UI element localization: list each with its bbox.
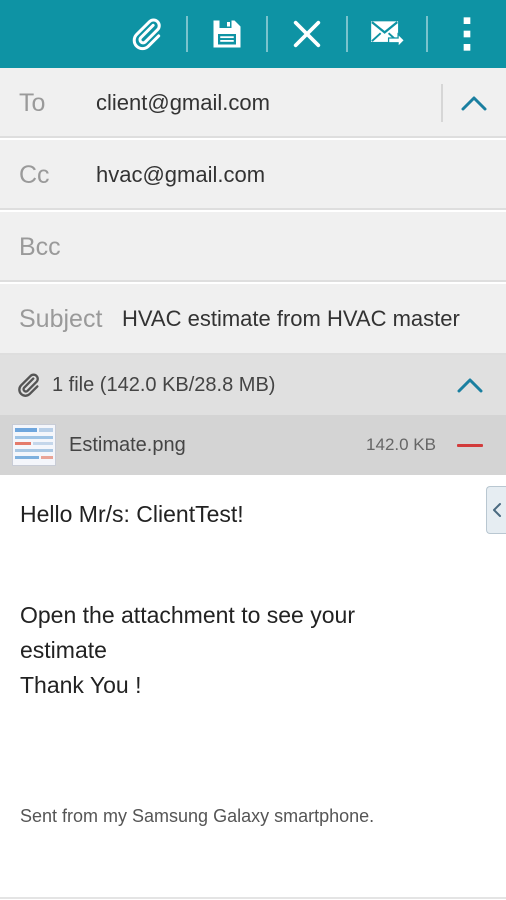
subject-field-row[interactable]: Subject HVAC estimate from HVAC master bbox=[0, 284, 506, 355]
message-body[interactable]: Hello Mr/s: ClientTest! Open the attachm… bbox=[0, 475, 506, 900]
attachment-thumbnail bbox=[12, 424, 56, 466]
more-options-button[interactable] bbox=[427, 0, 506, 68]
send-button[interactable] bbox=[347, 0, 427, 68]
chevron-up-icon bbox=[457, 378, 483, 393]
collapse-attachments-button[interactable] bbox=[448, 367, 492, 403]
save-icon bbox=[213, 20, 241, 48]
attachment-item[interactable]: Estimate.png 142.0 KB bbox=[0, 415, 506, 475]
body-line: Open the attachment to see your bbox=[20, 602, 355, 628]
cc-label: Cc bbox=[19, 161, 50, 189]
body-line: estimate bbox=[20, 637, 107, 663]
bottom-divider bbox=[0, 897, 506, 899]
paperclip-icon bbox=[18, 373, 39, 397]
subject-input[interactable]: HVAC estimate from HVAC master bbox=[122, 284, 460, 354]
to-field-row[interactable]: To client@gmail.com bbox=[0, 68, 506, 138]
bcc-field-row[interactable]: Bcc bbox=[0, 212, 506, 282]
remove-attachment-button[interactable] bbox=[448, 425, 492, 465]
side-panel-handle[interactable] bbox=[486, 486, 506, 534]
discard-button[interactable] bbox=[267, 0, 347, 68]
subject-label: Subject bbox=[19, 305, 103, 333]
chevron-left-icon bbox=[492, 503, 501, 517]
cc-input[interactable]: hvac@gmail.com bbox=[96, 140, 265, 210]
bcc-label: Bcc bbox=[19, 233, 61, 261]
top-toolbar bbox=[0, 0, 506, 68]
attachments-header[interactable]: 1 file (142.0 KB/28.8 MB) bbox=[0, 355, 506, 415]
close-icon bbox=[293, 20, 321, 48]
attachment-file-size: 142.0 KB bbox=[366, 435, 436, 454]
body-greeting: Hello Mr/s: ClientTest! bbox=[20, 501, 244, 527]
cc-field-row[interactable]: Cc hvac@gmail.com bbox=[0, 140, 506, 210]
email-signature: Sent from my Samsung Galaxy smartphone. bbox=[20, 806, 375, 826]
to-label: To bbox=[19, 89, 46, 117]
body-line: Thank You ! bbox=[20, 672, 142, 698]
minus-icon bbox=[457, 443, 483, 447]
save-button[interactable] bbox=[187, 0, 267, 68]
attachments-summary: 1 file (142.0 KB/28.8 MB) bbox=[52, 374, 276, 396]
paperclip-icon bbox=[132, 18, 161, 51]
attachment-file-name: Estimate.png bbox=[69, 434, 186, 456]
to-input[interactable]: client@gmail.com bbox=[96, 68, 270, 138]
send-icon bbox=[371, 21, 406, 49]
to-divider bbox=[441, 84, 443, 122]
more-vertical-icon bbox=[463, 17, 471, 51]
attach-button[interactable] bbox=[106, 0, 186, 68]
chevron-up-icon bbox=[461, 96, 487, 111]
expand-recipients-button[interactable] bbox=[452, 85, 496, 121]
